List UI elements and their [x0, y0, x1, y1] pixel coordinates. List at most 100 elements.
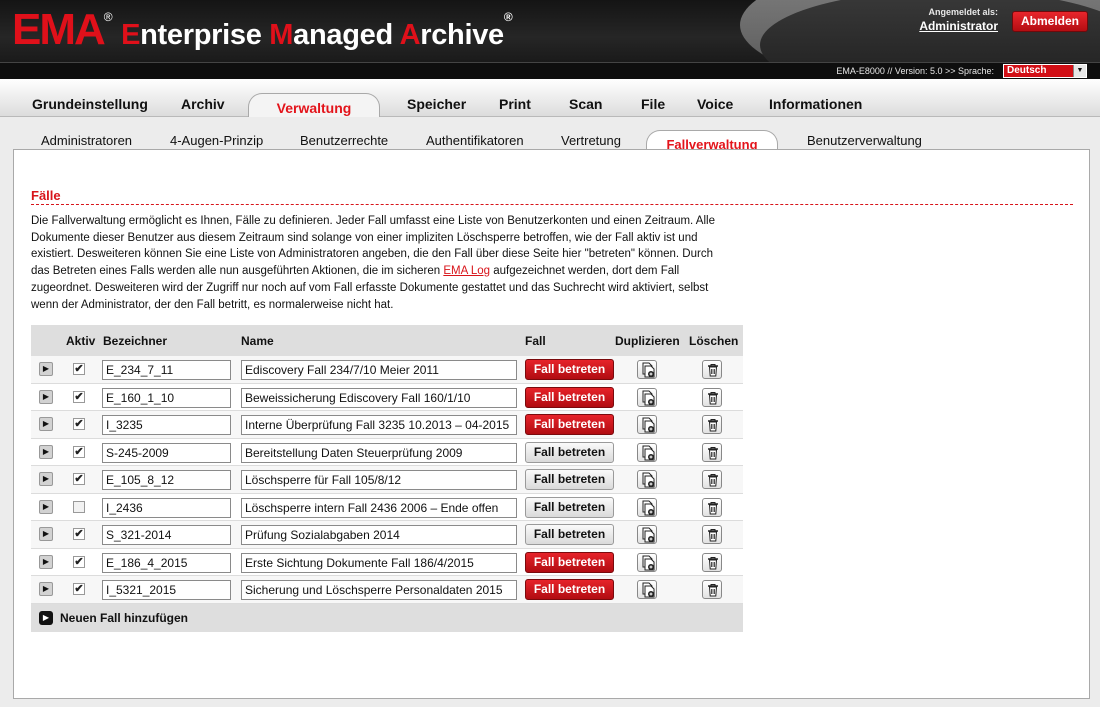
trash-icon	[708, 446, 718, 459]
code-input[interactable]: E_105_8_12	[102, 470, 231, 490]
enter-case-button[interactable]: Fall betreten	[525, 469, 614, 490]
expand-icon[interactable]: ▶	[39, 389, 53, 404]
subtab-vertretung[interactable]: Vertretung	[561, 133, 621, 148]
logged-in-user-link[interactable]: Administrator	[919, 19, 998, 33]
active-checkbox[interactable]: ✔	[73, 418, 85, 430]
delete-button[interactable]	[702, 470, 722, 489]
duplicate-button[interactable]	[637, 387, 657, 407]
enter-case-button[interactable]: Fall betreten	[525, 524, 614, 545]
delete-button[interactable]	[702, 525, 722, 544]
expand-icon[interactable]: ▶	[39, 527, 53, 541]
delete-button[interactable]	[702, 360, 722, 379]
name-input[interactable]: Interne Überprüfung Fall 3235 10.2013 – …	[241, 415, 517, 435]
expand-icon[interactable]: ▶	[39, 362, 53, 376]
table-footer: ▶ Neuen Fall hinzufügen	[31, 603, 743, 632]
code-input[interactable]: I_3235	[102, 415, 231, 435]
duplicate-document-icon	[642, 390, 655, 405]
tab-file[interactable]: File	[641, 96, 665, 112]
duplicate-button[interactable]	[637, 580, 657, 599]
header-duplizieren: Duplizieren	[615, 334, 680, 348]
duplicate-document-icon	[642, 555, 655, 570]
subtab-benutzerrechte[interactable]: Benutzerrechte	[300, 133, 388, 148]
active-checkbox[interactable]: ✔	[73, 583, 85, 595]
duplicate-button[interactable]	[637, 552, 657, 572]
enter-case-button[interactable]: Fall betreten	[525, 579, 614, 600]
delete-button[interactable]	[702, 552, 722, 572]
active-checkbox[interactable]: ✔	[73, 555, 85, 568]
enter-case-button[interactable]: Fall betreten	[525, 359, 614, 380]
table-row: ▶ ✔ E_105_8_12 Löschsperre für Fall 105/8/1…	[31, 466, 743, 494]
delete-button[interactable]	[702, 442, 722, 462]
delete-button[interactable]	[702, 387, 722, 407]
version-bar: EMA-E8000 // Version: 5.0 >> Sprache: De…	[0, 62, 1100, 79]
code-input[interactable]: I_5321_2015	[102, 580, 231, 600]
add-case-button[interactable]: Neuen Fall hinzufügen	[60, 611, 188, 625]
active-checkbox[interactable]: ✔	[73, 363, 85, 375]
name-input[interactable]: Sicherung und Löschsperre Personaldaten …	[241, 580, 517, 600]
duplicate-button[interactable]	[637, 442, 657, 462]
active-checkbox[interactable]: ✔	[73, 390, 85, 403]
duplicate-button[interactable]	[637, 497, 657, 517]
version-info: EMA-E8000 // Version: 5.0 >> Sprache:	[836, 66, 994, 76]
trash-icon	[708, 501, 718, 514]
subtab-fallverwaltung[interactable]: Fallverwaltung	[646, 130, 778, 152]
name-input[interactable]: Löschsperre für Fall 105/8/12	[241, 470, 517, 490]
name-input[interactable]: Prüfung Sozialabgaben 2014	[241, 525, 517, 545]
main-navigation: Grundeinstellung Archiv Verwaltung Speic…	[0, 79, 1100, 118]
subtab-authentifikatoren[interactable]: Authentifikatoren	[426, 133, 524, 148]
code-input[interactable]: E_160_1_10	[102, 387, 231, 408]
tab-voice[interactable]: Voice	[697, 96, 733, 112]
duplicate-button[interactable]	[637, 470, 657, 489]
name-input[interactable]: Bereitstellung Daten Steuerprüfung 2009	[241, 442, 517, 463]
table-row: ▶ ✔ S-245-2009 Bereitstellung Daten Steuerp…	[31, 438, 743, 466]
duplicate-button[interactable]	[637, 360, 657, 379]
enter-case-button[interactable]: Fall betreten	[525, 551, 614, 573]
tab-informationen[interactable]: Informationen	[769, 96, 862, 112]
expand-icon[interactable]: ▶	[39, 554, 53, 569]
ema-log-link[interactable]: EMA Log	[443, 265, 490, 277]
enter-case-button[interactable]: Fall betreten	[525, 386, 614, 408]
delete-button[interactable]	[702, 580, 722, 599]
active-checkbox[interactable]: ✔	[73, 445, 85, 458]
duplicate-button[interactable]	[637, 415, 657, 434]
tab-verwaltung[interactable]: Verwaltung	[248, 93, 380, 118]
name-input[interactable]: Löschsperre intern Fall 2436 2006 – Ende…	[241, 497, 517, 518]
trash-icon	[708, 474, 718, 487]
tab-print[interactable]: Print	[499, 96, 531, 112]
header-bezeichner: Bezeichner	[103, 334, 168, 348]
tab-speicher[interactable]: Speicher	[407, 96, 466, 112]
code-input[interactable]: S_321-2014	[102, 525, 231, 545]
enter-case-button[interactable]: Fall betreten	[525, 441, 614, 463]
expand-icon[interactable]: ▶	[39, 472, 53, 486]
code-input[interactable]: E_186_4_2015	[102, 552, 231, 573]
enter-case-button[interactable]: Fall betreten	[525, 496, 614, 518]
active-checkbox[interactable]: ✔	[73, 528, 85, 540]
delete-button[interactable]	[702, 415, 722, 434]
app-header: EMA® Enterprise Managed Archive® Angemel…	[0, 0, 1100, 62]
tab-archiv[interactable]: Archiv	[181, 96, 225, 112]
code-input[interactable]: E_234_7_11	[102, 360, 231, 380]
language-select[interactable]: Deutsch ▼	[1003, 64, 1087, 78]
name-input[interactable]: Beweissicherung Ediscovery Fall 160/1/10	[241, 387, 517, 408]
delete-button[interactable]	[702, 497, 722, 517]
expand-icon[interactable]: ▶	[39, 582, 53, 596]
expand-icon[interactable]: ▶	[39, 417, 53, 431]
expand-icon[interactable]: ▶	[39, 444, 53, 459]
tab-grundeinstellung[interactable]: Grundeinstellung	[32, 96, 148, 112]
tab-scan[interactable]: Scan	[569, 96, 602, 112]
active-checkbox[interactable]	[73, 500, 85, 513]
subtab-4-augen-prinzip[interactable]: 4-Augen-Prinzip	[170, 133, 263, 148]
logout-button[interactable]: Abmelden	[1012, 11, 1088, 32]
expand-icon[interactable]: ▶	[39, 499, 53, 514]
name-input[interactable]: Ediscovery Fall 234/7/10 Meier 2011	[241, 360, 517, 380]
subtab-administratoren[interactable]: Administratoren	[41, 133, 132, 148]
add-case-icon[interactable]: ▶	[39, 610, 53, 625]
duplicate-button[interactable]	[637, 525, 657, 544]
active-checkbox[interactable]: ✔	[73, 473, 85, 485]
subtab-benutzerverwaltung[interactable]: Benutzerverwaltung	[807, 133, 922, 148]
name-input[interactable]: Erste Sichtung Dokumente Fall 186/4/2015	[241, 552, 517, 573]
code-input[interactable]: S-245-2009	[102, 442, 231, 463]
section-title: Fälle	[31, 188, 61, 203]
code-input[interactable]: I_2436	[102, 497, 231, 518]
enter-case-button[interactable]: Fall betreten	[525, 414, 614, 435]
